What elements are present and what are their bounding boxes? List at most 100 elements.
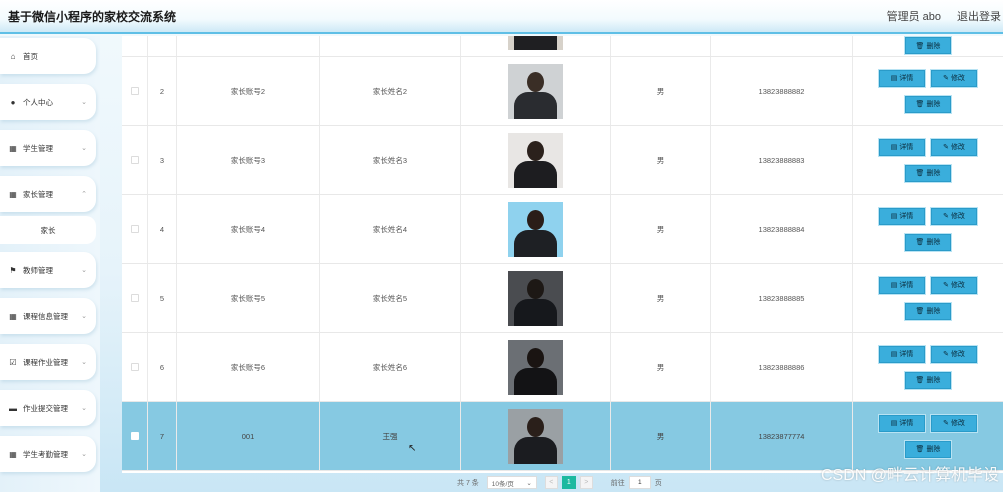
row-checkbox[interactable] [130, 432, 139, 440]
edit-button[interactable]: ✎ 修改 [931, 414, 977, 432]
detail-button[interactable]: ▤ 详情 [879, 414, 925, 432]
detail-button[interactable]: ▤ 详情 [879, 345, 925, 363]
trash-icon: 🗑 [915, 42, 925, 50]
trash-icon: 🗑 [915, 377, 925, 384]
delete-button[interactable]: 🗑 删除 [905, 440, 951, 458]
delete-button[interactable]: 🗑 删除 [905, 233, 951, 251]
user-icon: ● [10, 97, 16, 107]
monitor-icon: ▬ [9, 403, 17, 413]
row-index: 4 [148, 195, 177, 263]
goto-page-input[interactable]: 1 [628, 476, 651, 489]
sidebar-item-course-homework[interactable]: ☑ 课程作业管理 ⌄ [0, 344, 96, 380]
parent-account: 家长账号2 [177, 57, 320, 125]
page-number-button[interactable]: 1 [561, 476, 576, 489]
row-index: 6 [148, 333, 177, 401]
row-checkbox[interactable] [130, 294, 139, 302]
detail-button[interactable]: ▤ 详情 [879, 138, 925, 156]
parent-sex: 男 [611, 57, 711, 125]
app-title: 基于微信小程序的家校交流系统 [8, 9, 177, 24]
table-row: 5 家长账号5 家长姓名5 男 13823888885 ▤ 详情 ✎ 修改 🗑 删除 [122, 264, 1003, 333]
watermark: CSDN @畔云计算机毕设 [820, 467, 999, 484]
sidebar: ⌂ 首页 ● 个人中心 ⌄ ▦ 学生管理 ⌄ ▦ 家长管理 ⌃ 家长 ⚑ 教师管… [0, 36, 100, 492]
parent-phone: 13823888883 [711, 126, 853, 194]
sidebar-item-profile[interactable]: ● 个人中心 ⌄ [0, 84, 96, 120]
document-icon: ▤ [890, 213, 898, 220]
row-index: 5 [148, 264, 177, 332]
sidebar-item-home[interactable]: ⌂ 首页 [0, 38, 96, 74]
pencil-icon: ✎ [943, 213, 949, 220]
sidebar-item-homework-submit[interactable]: ▬ 作业提交管理 ⌄ [0, 390, 96, 426]
edit-button[interactable]: ✎ 修改 [931, 276, 977, 294]
document-icon: ▤ [890, 420, 898, 427]
sidebar-item-label: 学生考勤管理 [23, 449, 68, 459]
sidebar-item-teachers[interactable]: ⚑ 教师管理 ⌄ [0, 252, 96, 288]
edit-button[interactable]: ✎ 修改 [931, 345, 977, 363]
parent-photo [508, 408, 563, 464]
parent-photo [508, 63, 563, 119]
grid-icon: ▦ [9, 189, 17, 199]
trash-icon: 🗑 [915, 101, 925, 108]
row-checkbox[interactable] [130, 156, 139, 164]
parent-phone: 13823877774 [711, 402, 853, 470]
parent-account: 家长账号5 [177, 264, 320, 332]
sidebar-item-label: 首页 [23, 51, 38, 61]
parent-sex: 男 [611, 402, 711, 470]
sidebar-subitem-label: 家长 [40, 225, 56, 235]
document-icon: ▤ [890, 351, 898, 358]
next-page-button[interactable]: > [579, 476, 593, 489]
row-checkbox[interactable] [130, 225, 139, 233]
document-icon: ▤ [890, 75, 898, 82]
logout-link[interactable]: 退出登录 [957, 8, 1001, 24]
sidebar-item-attendance[interactable]: ▦ 学生考勤管理 ⌄ [0, 436, 96, 472]
goto-label: 前往 [610, 479, 625, 487]
edit-button[interactable]: ✎ 修改 [931, 138, 977, 156]
pencil-icon: ✎ [943, 282, 949, 289]
document-icon: ▤ [890, 144, 898, 151]
sidebar-item-label: 课程信息管理 [23, 311, 68, 321]
top-header: 基于微信小程序的家校交流系统 管理员 abo 退出登录 [0, 0, 1003, 34]
pencil-icon: ✎ [943, 420, 949, 427]
pagination-total: 共 7 条 [457, 479, 479, 487]
detail-button[interactable]: ▤ 详情 [879, 207, 925, 225]
sidebar-item-course-info[interactable]: ▦ 课程信息管理 ⌄ [0, 298, 96, 334]
chevron-down-icon: ⌄ [526, 479, 532, 487]
sidebar-subitem-parent[interactable]: 家长 [0, 216, 96, 244]
row-index: 3 [148, 126, 177, 194]
header-user-area: 管理员 abo 退出登录 [887, 8, 1003, 24]
parent-phone: 13823888884 [711, 195, 853, 263]
pencil-icon: ✎ [943, 144, 949, 151]
parent-photo [508, 339, 563, 395]
sidebar-item-parents[interactable]: ▦ 家长管理 ⌃ [0, 176, 96, 212]
row-index: 2 [148, 57, 177, 125]
edit-button[interactable]: ✎ 修改 [931, 69, 977, 87]
table-row: 6 家长账号6 家长姓名6 男 13823888886 ▤ 详情 ✎ 修改 🗑 删除 [122, 333, 1003, 402]
document-icon: ▤ [890, 282, 898, 289]
sidebar-item-label: 教师管理 [23, 265, 53, 275]
row-checkbox[interactable] [130, 87, 139, 95]
chevron-down-icon: ⌄ [81, 99, 87, 106]
row-checkbox[interactable] [130, 363, 139, 371]
sidebar-item-students[interactable]: ▦ 学生管理 ⌄ [0, 130, 96, 166]
table-row-partial: 🗑 删除 [122, 36, 1003, 57]
parent-account: 家长账号3 [177, 126, 320, 194]
checkbox-icon: ☑ [9, 357, 17, 367]
sidebar-item-label: 作业提交管理 [23, 403, 68, 413]
grid-icon: ▦ [9, 311, 17, 321]
chevron-down-icon: ⌄ [81, 451, 87, 458]
detail-button[interactable]: ▤ 详情 [879, 69, 925, 87]
home-icon: ⌂ [10, 51, 16, 61]
delete-button[interactable]: 🗑 删除 [905, 164, 951, 182]
detail-button[interactable]: ▤ 详情 [879, 276, 925, 294]
trash-icon: 🗑 [915, 446, 925, 453]
page-size-select[interactable]: 10条/页 ⌄ [486, 476, 537, 489]
delete-button[interactable]: 🗑 删除 [905, 37, 951, 54]
delete-button[interactable]: 🗑 删除 [905, 302, 951, 320]
edit-button[interactable]: ✎ 修改 [931, 207, 977, 225]
delete-button[interactable]: 🗑 删除 [905, 95, 951, 113]
parent-sex: 男 [611, 264, 711, 332]
sidebar-item-label: 课程作业管理 [23, 357, 68, 367]
parent-photo [508, 36, 563, 50]
prev-page-button[interactable]: < [544, 476, 558, 489]
delete-button[interactable]: 🗑 删除 [905, 371, 951, 389]
chevron-down-icon: ⌄ [81, 359, 87, 366]
